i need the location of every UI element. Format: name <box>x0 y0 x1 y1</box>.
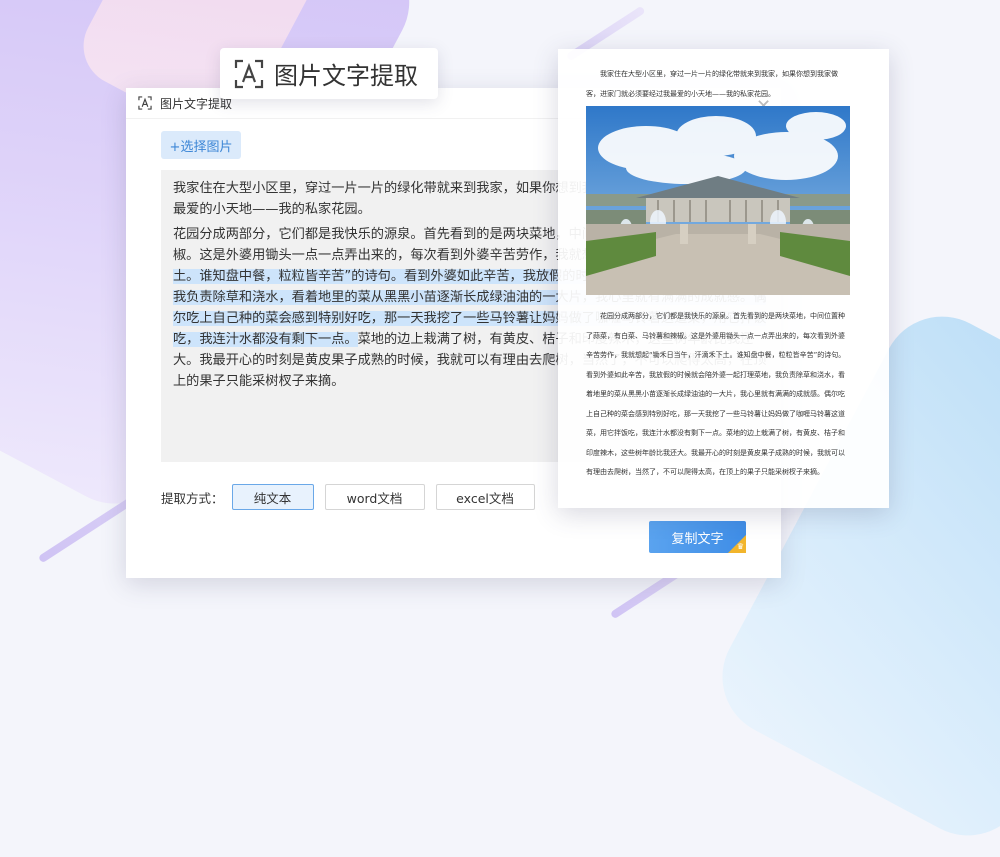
feature-title-badge: 图片文字提取 <box>220 48 438 99</box>
document-body-paragraph: 花园分成两部分，它们都是我快乐的源泉。首先看到的是两块菜地，中间位置种了蒜菜，有… <box>586 312 846 476</box>
extract-mode-row: 提取方式： 纯文本 word文档 excel文档 <box>161 484 546 510</box>
feature-title: 图片文字提取 <box>274 62 418 90</box>
crown-icon: ♛ <box>736 542 744 551</box>
document-top-paragraph: 我家住在大型小区里，穿过一片一片的绿化带就来到我家，如果你想到我家做客，进家门就… <box>586 70 838 98</box>
copy-text-button[interactable]: 复制文字 ♛ <box>649 521 746 553</box>
document-preview: 我家住在大型小区里，穿过一片一片的绿化带就来到我家，如果你想到我家做客，进家门就… <box>558 49 889 508</box>
copy-text-label: 复制文字 <box>671 531 724 547</box>
extract-mode-label: 提取方式： <box>161 490 224 506</box>
mode-word-button[interactable]: word文档 <box>324 484 425 510</box>
text-scan-icon <box>138 96 152 110</box>
choose-image-button[interactable]: +选择图片 <box>161 131 241 159</box>
mode-plain-text-button[interactable]: 纯文本 <box>231 484 314 510</box>
text-scan-icon <box>234 59 264 88</box>
mode-excel-button[interactable]: excel文档 <box>435 484 535 510</box>
museum-fountain-photo <box>586 106 850 295</box>
